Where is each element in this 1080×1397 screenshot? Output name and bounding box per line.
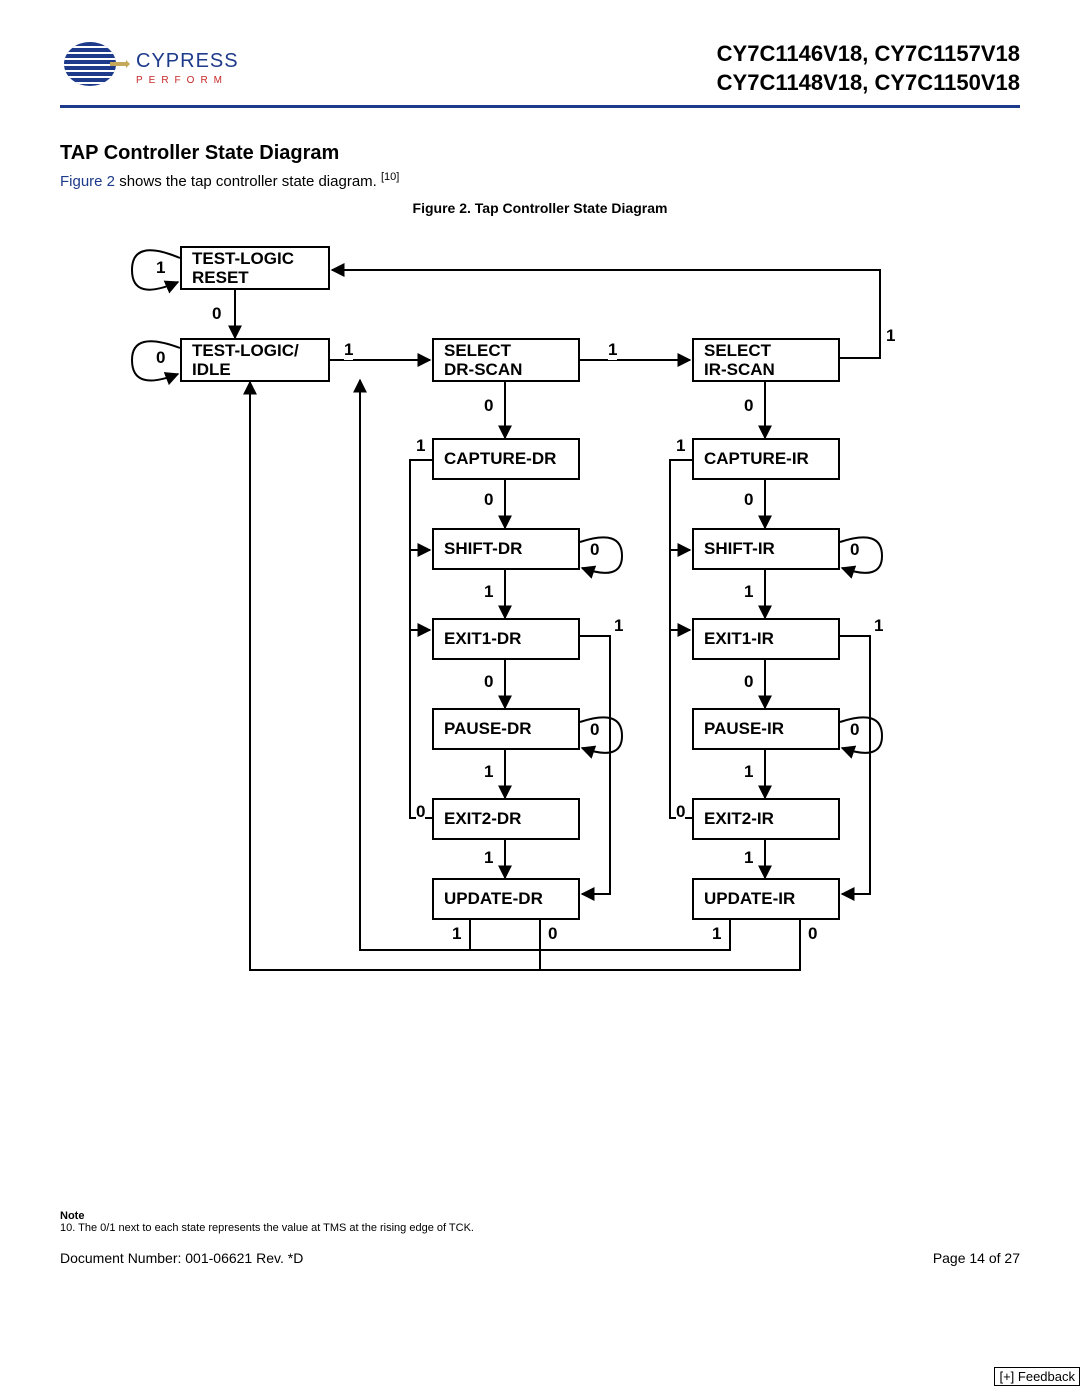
parts-line-1: CY7C1146V18, CY7C1157V18 <box>717 40 1020 69</box>
note-heading: Note <box>60 1210 1020 1222</box>
edge-label: 0 <box>416 802 425 822</box>
page-number: Page 14 of 27 <box>933 1250 1020 1266</box>
edge-label: 1 <box>484 848 493 868</box>
edge-label: 1 <box>744 762 753 782</box>
logo: CYPRESS PERFORM <box>60 40 239 95</box>
doc-number: Document Number: 001-06621 Rev. *D <box>60 1250 303 1266</box>
edge-label: 0 <box>590 720 599 740</box>
edge-label: 1 <box>886 326 895 346</box>
state-capture-dr: CAPTURE-DR <box>432 438 580 480</box>
section-title: TAP Controller State Diagram <box>60 142 1020 165</box>
edge-label: 0 <box>484 490 493 510</box>
edge-label: 0 <box>484 396 493 416</box>
state-select-ir-scan: SELECT IR-SCAN <box>692 338 840 382</box>
edge-label: 0 <box>156 348 165 368</box>
state-exit2-ir: EXIT2-IR <box>692 798 840 840</box>
footnote: Note 10. The 0/1 next to each state repr… <box>60 1210 1020 1234</box>
edge-label: 0 <box>744 490 753 510</box>
edge-label: 0 <box>808 924 817 944</box>
state-update-dr: UPDATE-DR <box>432 878 580 920</box>
edge-label: 0 <box>484 672 493 692</box>
edge-label: 1 <box>676 436 685 456</box>
part-numbers: CY7C1146V18, CY7C1157V18 CY7C1148V18, CY… <box>717 40 1020 97</box>
state-exit1-ir: EXIT1-IR <box>692 618 840 660</box>
state-select-dr-scan: SELECT DR-SCAN <box>432 338 580 382</box>
figure-caption: Figure 2. Tap Controller State Diagram <box>60 200 1020 216</box>
state-diagram: TEST-LOGIC RESET TEST-LOGIC/ IDLE SELECT… <box>110 230 970 1000</box>
edge-label: 1 <box>452 924 461 944</box>
state-shift-ir: SHIFT-IR <box>692 528 840 570</box>
state-run-test-idle: TEST-LOGIC/ IDLE <box>180 338 330 382</box>
edge-label: 1 <box>344 340 353 360</box>
cypress-globe-icon <box>60 40 130 95</box>
parts-line-2: CY7C1148V18, CY7C1150V18 <box>717 69 1020 98</box>
edge-label: 1 <box>744 582 753 602</box>
edge-label: 1 <box>712 924 721 944</box>
intro-text: Figure 2 shows the tap controller state … <box>60 171 1020 190</box>
edge-label: 0 <box>676 802 685 822</box>
feedback-button[interactable]: [+] Feedback <box>994 1367 1080 1386</box>
edge-label: 1 <box>156 258 165 278</box>
logo-tagline: PERFORM <box>136 75 239 86</box>
note-text: 10. The 0/1 next to each state represent… <box>60 1222 1020 1234</box>
state-pause-dr: PAUSE-DR <box>432 708 580 750</box>
figure-link[interactable]: Figure 2 <box>60 173 115 190</box>
page-header: CYPRESS PERFORM CY7C1146V18, CY7C1157V18… <box>60 40 1020 108</box>
edge-label: 0 <box>548 924 557 944</box>
edge-label: 1 <box>416 436 425 456</box>
edge-label: 1 <box>744 848 753 868</box>
state-capture-ir: CAPTURE-IR <box>692 438 840 480</box>
edge-label: 1 <box>608 340 617 360</box>
edge-label: 0 <box>850 720 859 740</box>
edge-label: 1 <box>484 762 493 782</box>
state-update-ir: UPDATE-IR <box>692 878 840 920</box>
edge-label: 0 <box>850 540 859 560</box>
page-footer: Document Number: 001-06621 Rev. *D Page … <box>60 1250 1020 1266</box>
edge-label: 1 <box>874 616 883 636</box>
edge-label: 1 <box>614 616 623 636</box>
footnote-ref: [10] <box>381 171 399 183</box>
state-pause-ir: PAUSE-IR <box>692 708 840 750</box>
state-exit1-dr: EXIT1-DR <box>432 618 580 660</box>
edge-label: 1 <box>484 582 493 602</box>
state-exit2-dr: EXIT2-DR <box>432 798 580 840</box>
state-shift-dr: SHIFT-DR <box>432 528 580 570</box>
logo-name: CYPRESS <box>136 50 239 73</box>
state-test-logic-reset: TEST-LOGIC RESET <box>180 246 330 290</box>
edge-label: 0 <box>744 672 753 692</box>
edge-label: 0 <box>590 540 599 560</box>
edge-label: 0 <box>212 304 221 324</box>
edge-label: 0 <box>744 396 753 416</box>
